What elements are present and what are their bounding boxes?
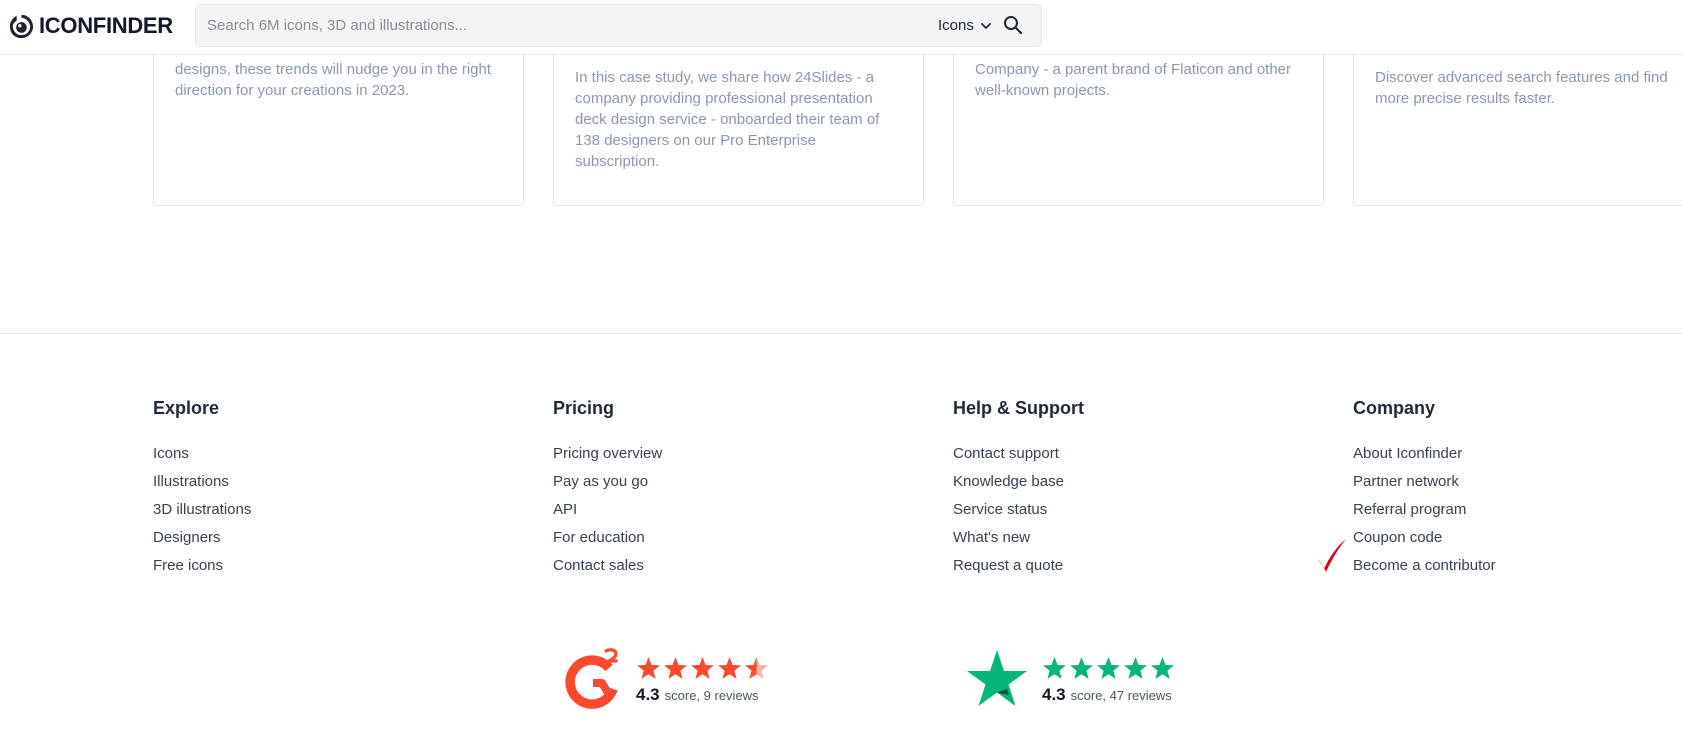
- card-description: Company - a parent brand of Flaticon and…: [975, 59, 1291, 101]
- star-icon: [1097, 656, 1120, 679]
- chevron-down-icon: [980, 22, 991, 29]
- footer-link-icons[interactable]: Icons: [153, 440, 251, 468]
- footer-link-request-a-quote[interactable]: Request a quote: [953, 552, 1084, 580]
- footer-link-pricing-overview[interactable]: Pricing overview: [553, 440, 662, 468]
- eye-logo-icon: [9, 14, 34, 38]
- card-text-line: designs, these trends will nudge you in …: [175, 61, 492, 78]
- footer-link-designers[interactable]: Designers: [153, 524, 251, 552]
- card-description: designs, these trends will nudge you in …: [175, 59, 491, 101]
- checkmark-icon: [1317, 539, 1346, 572]
- card-text-line: subscription.: [575, 153, 660, 170]
- footer-link-service-status[interactable]: Service status: [953, 496, 1084, 524]
- footer-link-contact-support[interactable]: Contact support: [953, 440, 1084, 468]
- star-icon: [1070, 656, 1093, 679]
- footer-link-partner-network[interactable]: Partner network: [1353, 468, 1496, 496]
- trustpilot-stars: [1042, 655, 1175, 681]
- star-icon: [718, 656, 741, 679]
- trustpilot-score: 4.3: [1042, 685, 1066, 704]
- star-half-icon: [745, 656, 768, 679]
- footer-link-referral-program[interactable]: Referral program: [1353, 496, 1496, 524]
- trustpilot-star-logo-icon: [967, 650, 1027, 706]
- footer-link-pay-as-you-go[interactable]: Pay as you go: [553, 468, 662, 496]
- card-text-line: Company - a parent brand of Flaticon and…: [975, 61, 1292, 78]
- footer-link-coupon-code[interactable]: Coupon code: [1353, 524, 1496, 552]
- footer-column-pricing: Pricing Pricing overview Pay as you go A…: [553, 398, 662, 580]
- trustpilot-rating[interactable]: 4.3 score, 47 reviews: [966, 648, 1175, 712]
- card-text-line: deck design service - onboarded their te…: [575, 111, 880, 128]
- footer-column-explore: Explore Icons Illustrations 3D illustrat…: [153, 398, 251, 580]
- search-bar: Icons: [195, 4, 1042, 47]
- footer-link-become-a-contributor[interactable]: Become a contributor: [1353, 552, 1496, 580]
- footer-link-about-iconfinder[interactable]: About Iconfinder: [1353, 440, 1496, 468]
- card-text-line: In this case study, we share how 24Slide…: [575, 69, 875, 86]
- star-icon: [1043, 656, 1066, 679]
- trustpilot-score-meta: score, 47 reviews: [1070, 688, 1172, 703]
- card-text-line: direction for your creations in 2023.: [175, 82, 410, 99]
- card-description: Discover advanced search features and fi…: [1375, 67, 1668, 109]
- star-icon: [637, 656, 660, 679]
- top-header: ICONFINDER Icons: [0, 0, 1683, 55]
- star-icon: [664, 656, 687, 679]
- g2-score-meta: score, 9 reviews: [664, 688, 759, 703]
- search-input[interactable]: [207, 5, 907, 46]
- trustpilot-score-line: 4.3 score, 47 reviews: [1042, 685, 1175, 705]
- trustpilot-rating-info: 4.3 score, 47 reviews: [1042, 655, 1175, 705]
- footer-column-company: Company About Iconfinder Partner network…: [1353, 398, 1496, 580]
- logo[interactable]: ICONFINDER: [8, 11, 173, 41]
- footer-column-help-support: Help & Support Contact support Knowledge…: [953, 398, 1084, 580]
- search-button[interactable]: [1002, 14, 1024, 36]
- g2-score-line: 4.3 score, 9 reviews: [636, 685, 769, 705]
- card-text-line: company providing professional presentat…: [575, 90, 873, 107]
- footer-link-illustrations[interactable]: Illustrations: [153, 468, 251, 496]
- card-text-line: Discover advanced search features and fi…: [1375, 69, 1668, 86]
- g2-stars: [636, 655, 769, 681]
- footer-divider: [0, 333, 1683, 334]
- star-icon: [1151, 656, 1174, 679]
- g2-rating-info: 4.3 score, 9 reviews: [636, 655, 769, 705]
- footer-link-3d-illustrations[interactable]: 3D illustrations: [153, 496, 251, 524]
- footer-column-title: Company: [1353, 398, 1436, 418]
- card-text-line: 138 designers on our Pro Enterprise: [575, 132, 816, 149]
- search-icon: [1004, 16, 1023, 35]
- g2-logo-icon: [565, 648, 618, 709]
- search-type-label: Icons: [938, 17, 974, 34]
- footer-column-title: Pricing: [553, 398, 615, 418]
- star-icon: [691, 656, 714, 679]
- footer-column-title: Explore: [153, 398, 220, 418]
- footer-link-contact-sales[interactable]: Contact sales: [553, 552, 662, 580]
- footer-link-free-icons[interactable]: Free icons: [153, 552, 251, 580]
- star-icon: [1124, 656, 1147, 679]
- footer-link-whats-new[interactable]: What's new: [953, 524, 1084, 552]
- footer-link-api[interactable]: API: [553, 496, 662, 524]
- g2-rating[interactable]: 4.3 score, 9 reviews: [560, 648, 769, 712]
- footer-column-title: Help & Support: [953, 398, 1084, 418]
- search-type-dropdown[interactable]: Icons: [938, 5, 992, 46]
- g2-score: 4.3: [636, 685, 660, 704]
- card-text-line: more precise results faster.: [1375, 90, 1556, 107]
- logo-text: ICONFINDER: [39, 13, 173, 38]
- footer-link-knowledge-base[interactable]: Knowledge base: [953, 468, 1084, 496]
- card-text-line: well-known projects.: [975, 82, 1111, 99]
- card-description: In this case study, we share how 24Slide…: [575, 67, 879, 172]
- footer-link-for-education[interactable]: For education: [553, 524, 662, 552]
